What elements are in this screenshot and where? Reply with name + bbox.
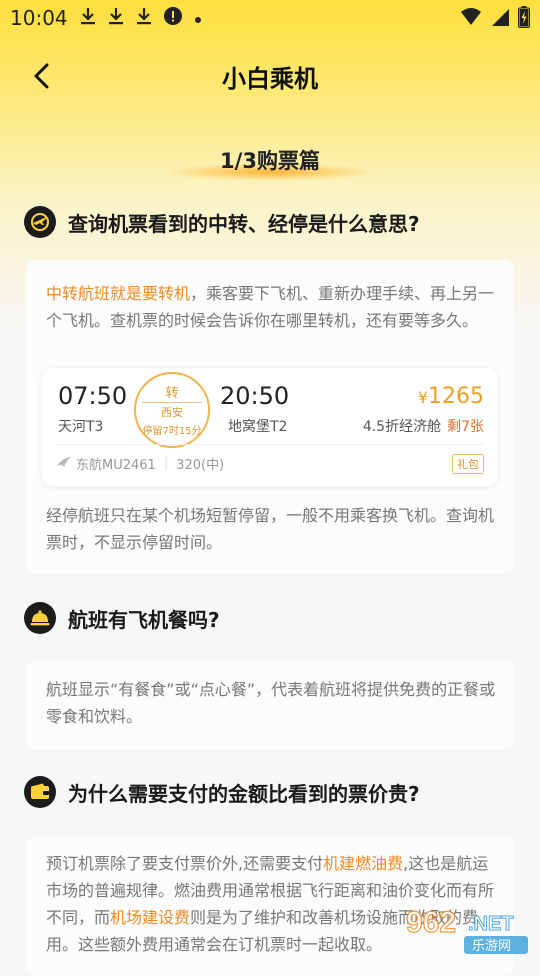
paragraph-text: 预订机票除了要支付票价外,还需要支付	[46, 854, 324, 873]
aircraft-type: 320(中)	[176, 458, 225, 473]
download-icon	[80, 7, 96, 30]
question-heading-meal: 航班有飞机餐吗?	[24, 602, 220, 634]
question-text: 查询机票看到的中转、经停是什么意思?	[68, 211, 420, 236]
meal-cloche-icon	[24, 602, 56, 634]
question-heading-price: 为什么需要支付的金额比看到的票价贵?	[24, 776, 420, 808]
back-arrow-icon[interactable]	[22, 56, 62, 96]
answer-paragraph-meal: 航班显示“有餐食”或“点心餐”，代表着航班将提供免费的正餐或零食和饮料。	[46, 680, 496, 726]
transfer-divider	[142, 402, 202, 403]
departure-airport: 天河T3	[58, 419, 104, 435]
question-text: 为什么需要支付的金额比看到的票价贵?	[68, 781, 420, 806]
status-bar: 10:04	[0, 0, 540, 36]
transfer-city: 西安	[161, 406, 183, 419]
airline-flight-number: 东航MU2461	[76, 458, 156, 473]
status-time: 10:04	[10, 6, 68, 30]
download-icon	[136, 7, 152, 30]
chapter-title: 1/3购票篇	[220, 149, 320, 173]
wifi-icon	[460, 7, 482, 32]
transfer-wait: 停留7时15分	[142, 426, 202, 437]
airline-logo-icon	[56, 456, 72, 472]
svg-text:.NET: .NET	[468, 913, 514, 935]
app-header: 小白乘机	[0, 50, 540, 102]
paragraph-text: 订机票时一起收取。	[238, 935, 383, 954]
dot-icon	[194, 8, 202, 29]
signal-icon	[490, 7, 510, 32]
plane-circle-icon	[24, 206, 56, 238]
wallet-icon	[24, 776, 56, 808]
answer-card-meal: 航班显示“有餐食”或“点心餐”，代表着航班将提供免费的正餐或零食和饮料。	[26, 660, 514, 750]
answer-card-transfer: 中转航班就是要转机，乘客要下飞机、重新办理手续、再上另一个飞机。查机票的时候会告…	[26, 260, 514, 574]
arrival-time: 20:50	[220, 382, 290, 410]
download-icon	[108, 7, 124, 30]
currency-symbol: ¥	[417, 388, 428, 407]
flight-example-card: 07:50 天河T3 转 西安 停留7时15分 20:50 地窝堡T2 ¥126…	[42, 368, 498, 486]
gift-badge: 礼包	[452, 454, 484, 474]
separator: |	[163, 456, 169, 471]
price-value: 1265	[428, 384, 484, 409]
page-title: 小白乘机	[222, 64, 318, 93]
arrival-airport: 地窝堡T2	[228, 419, 288, 435]
departure-time: 07:50	[58, 382, 128, 410]
transfer-badge: 转 西安 停留7时15分	[134, 372, 210, 448]
svg-text:962: 962	[406, 906, 456, 939]
svg-text:乐游网: 乐游网	[472, 939, 511, 954]
highlight-text: 机场建设费	[110, 908, 191, 927]
battery-icon	[518, 6, 530, 33]
cabin-info: 4.5折经济舱 剩7张	[363, 416, 484, 436]
alert-icon	[163, 6, 182, 30]
highlight-text: 机建燃油费	[323, 854, 404, 873]
flight-divider	[56, 444, 484, 445]
watermark-logo: 962 .NET 乐游网	[402, 900, 532, 956]
chapter-heading: 1/3购票篇	[0, 138, 540, 182]
question-heading-transfer: 查询机票看到的中转、经停是什么意思?	[24, 206, 420, 238]
cabin-class: 4.5折经济舱	[362, 419, 442, 435]
seats-remaining: 剩7张	[447, 419, 484, 435]
ticket-price: ¥1265	[418, 384, 484, 409]
airline-info: 东航MU2461 | 320(中)	[56, 454, 224, 473]
question-text: 航班有飞机餐吗?	[68, 607, 220, 632]
highlight-text: 中转航班就是要转机	[46, 284, 191, 303]
answer-paragraph-transfer: 中转航班就是要转机，乘客要下飞机、重新办理手续、再上另一个飞机。查机票的时候会告…	[46, 280, 498, 334]
answer-paragraph-stopover: 经停航班只在某个机场短暂停留，一般不用乘客换飞机。查询机票时，不显示停留时间。	[46, 506, 495, 552]
status-right-icons	[460, 6, 530, 33]
transfer-label: 转	[165, 386, 179, 401]
